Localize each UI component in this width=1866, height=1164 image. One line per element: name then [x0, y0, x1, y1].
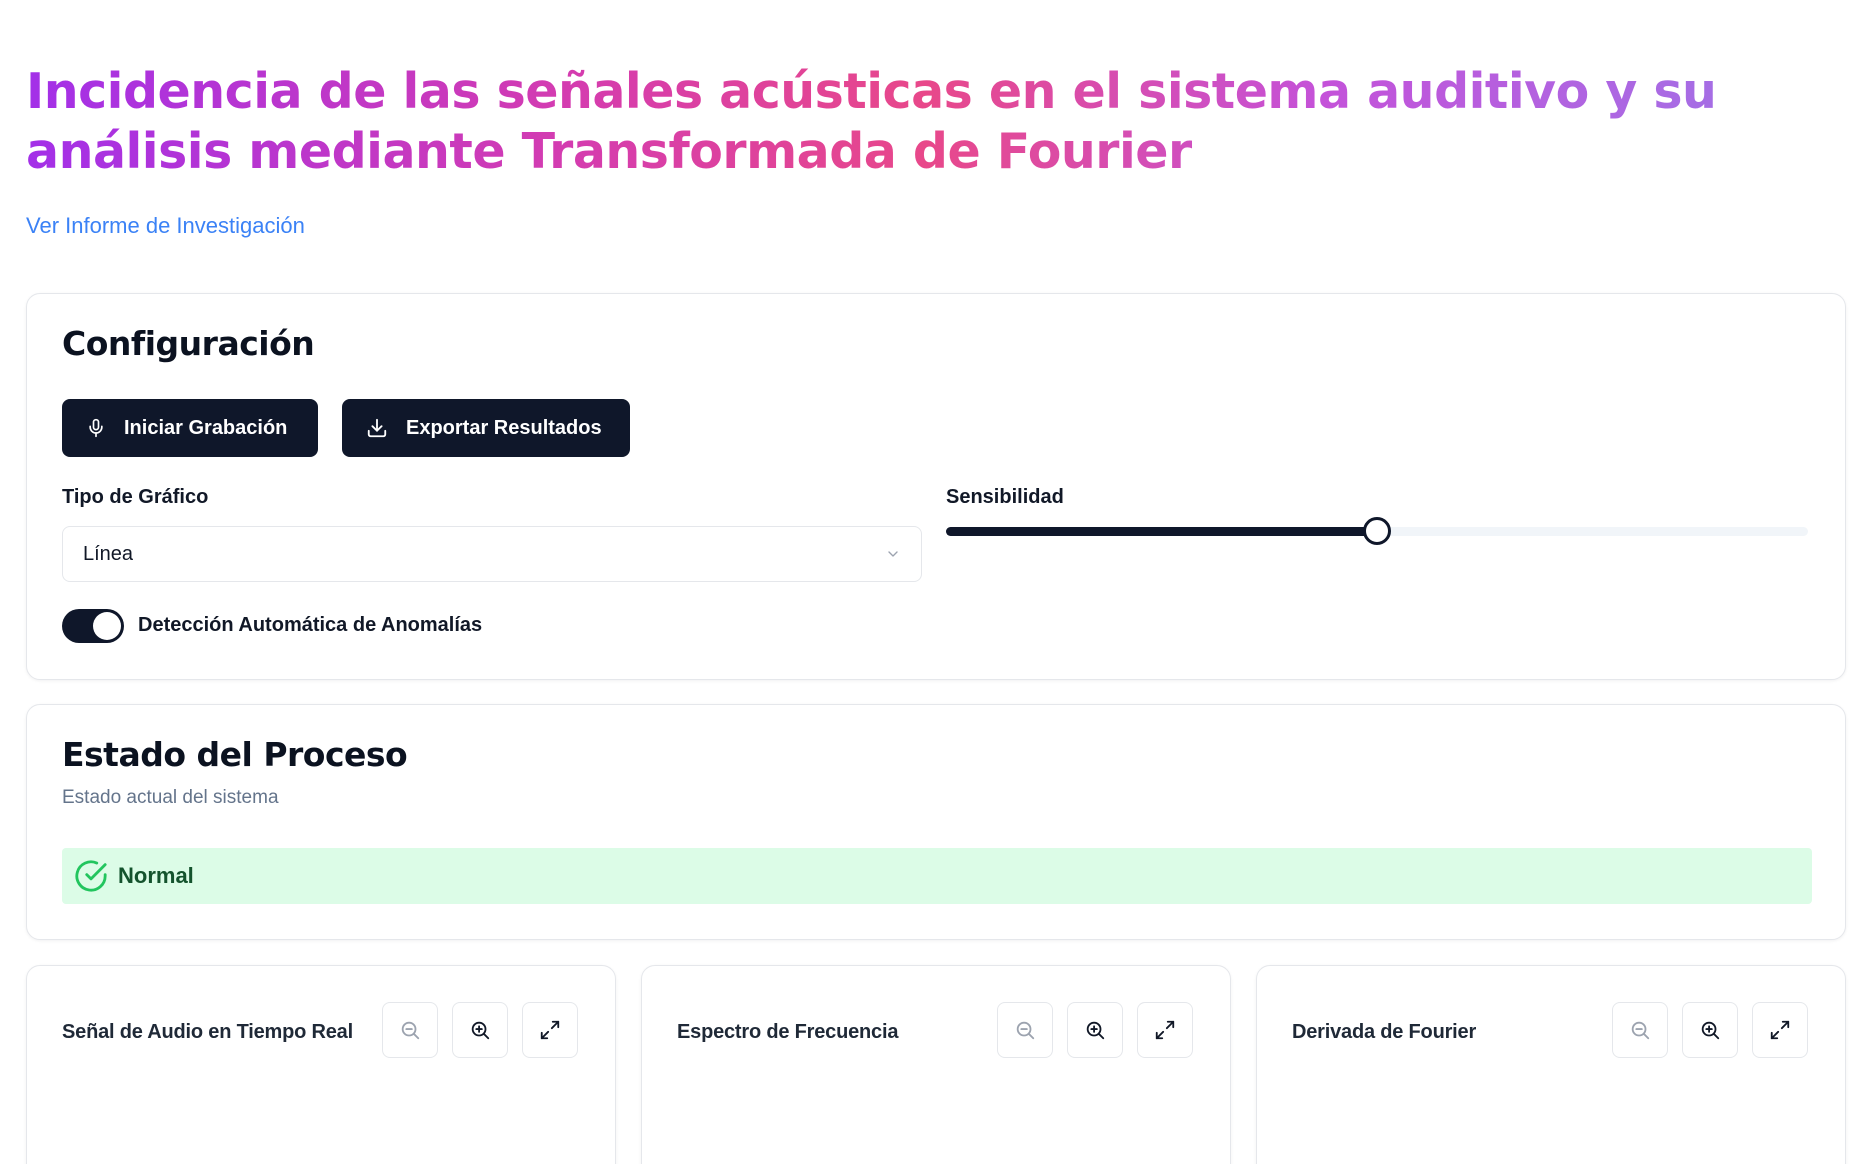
expand-button[interactable] — [522, 1002, 578, 1058]
expand-icon — [540, 1020, 560, 1040]
export-button-label: Exportar Resultados — [406, 416, 602, 439]
sensitivity-label: Sensibilidad — [946, 486, 1064, 508]
process-subtitle: Estado actual del sistema — [62, 787, 279, 808]
expand-icon — [1155, 1020, 1175, 1040]
zoom-out-button[interactable] — [997, 1002, 1053, 1058]
sensitivity-thumb[interactable] — [1363, 517, 1391, 545]
config-card: Configuración Iniciar Grabación Exportar… — [26, 293, 1846, 680]
chart-type-value: Línea — [83, 542, 134, 565]
zoom-in-button[interactable] — [1682, 1002, 1738, 1058]
expand-button[interactable] — [1137, 1002, 1193, 1058]
anomaly-toggle-label: Detección Automática de Anomalías — [138, 614, 483, 636]
sensitivity-fill — [946, 527, 1377, 536]
expand-icon — [1770, 1020, 1790, 1040]
report-link[interactable]: Ver Informe de Investigación — [26, 213, 305, 239]
zoom-out-icon — [401, 1021, 420, 1040]
expand-button[interactable] — [1752, 1002, 1808, 1058]
chart-card-spectrum: Espectro de Frecuencia — [641, 965, 1231, 1164]
record-button[interactable]: Iniciar Grabación — [62, 399, 318, 457]
chart-card-audio: Señal de Audio en Tiempo Real — [26, 965, 616, 1164]
zoom-out-icon — [1016, 1021, 1035, 1040]
zoom-in-icon — [1701, 1021, 1720, 1040]
check-circle-icon — [75, 860, 107, 892]
anomaly-toggle[interactable] — [62, 609, 124, 643]
zoom-out-button[interactable] — [382, 1002, 438, 1058]
zoom-out-button[interactable] — [1612, 1002, 1668, 1058]
download-icon — [367, 418, 387, 438]
process-card: Estado del Proceso Estado actual del sis… — [26, 704, 1846, 940]
chart-type-select[interactable]: Línea — [62, 526, 922, 582]
chart-card-derivative: Derivada de Fourier — [1256, 965, 1846, 1164]
chevron-down-icon — [888, 551, 898, 557]
zoom-in-icon — [1086, 1021, 1105, 1040]
record-button-label: Iniciar Grabación — [124, 416, 288, 439]
microphone-icon — [89, 418, 103, 438]
toggle-knob — [93, 612, 121, 640]
chart-title: Derivada de Fourier — [1292, 1021, 1477, 1043]
config-title: Configuración — [62, 324, 315, 363]
zoom-in-button[interactable] — [452, 1002, 508, 1058]
export-button[interactable]: Exportar Resultados — [342, 399, 630, 457]
status-text: Normal — [118, 863, 194, 888]
sensitivity-slider[interactable] — [946, 517, 1808, 545]
chart-title: Señal de Audio en Tiempo Real — [62, 1021, 353, 1043]
status-bar: Normal — [62, 848, 1812, 904]
process-title: Estado del Proceso — [62, 735, 408, 774]
page-title: Incidencia de las señales acústicas en e… — [26, 62, 1826, 182]
chart-type-label: Tipo de Gráfico — [62, 486, 209, 508]
chart-title: Espectro de Frecuencia — [677, 1021, 899, 1043]
zoom-in-icon — [471, 1021, 490, 1040]
zoom-out-icon — [1631, 1021, 1650, 1040]
zoom-in-button[interactable] — [1067, 1002, 1123, 1058]
